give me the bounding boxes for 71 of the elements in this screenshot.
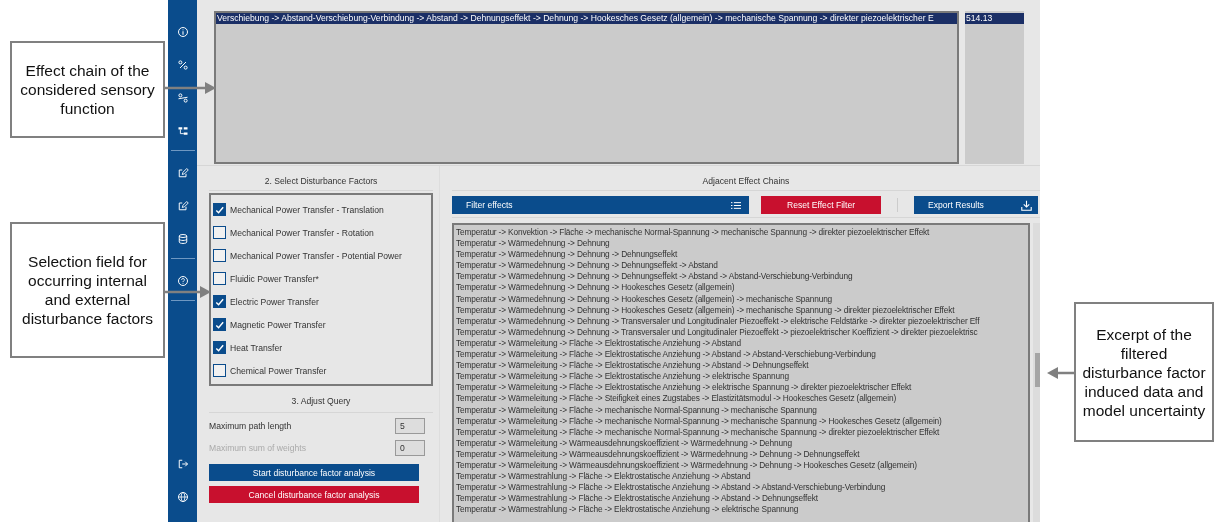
- list-item[interactable]: Temperatur -> Wärmedehnung -> Dehnung -> Dehnungseffekt -> Abstand: [456, 260, 718, 272]
- number-field[interactable]: 5: [395, 418, 425, 434]
- checkbox[interactable]: [213, 249, 226, 262]
- action-button[interactable]: Cancel disturbance factor analysis: [209, 486, 419, 503]
- info-icon[interactable]: [176, 26, 189, 38]
- checkbox[interactable]: [213, 272, 226, 285]
- checkbox[interactable]: [213, 364, 226, 377]
- list-item[interactable]: Temperatur -> Wärmeleitung -> Wärmeausdehnungskoeffizient -> Wärmedehnung -> Dehnung -> Hookesches Gesetz (allgemein): [456, 459, 917, 472]
- action-button[interactable]: Start disturbance factor analysis: [209, 464, 419, 481]
- list-item[interactable]: Temperatur -> Wärmedehnung -> Dehnung -> Hookesches Gesetz (allgemein) -> mechanische Spannung -> direkter piezoelektrischer Effekt: [456, 304, 955, 316]
- checkbox-label: Heat Transfer: [230, 342, 283, 353]
- list-item[interactable]: Temperatur -> Wärmeleitung -> Fläche -> Elektrostatische Anziehung -> Abstand: [456, 337, 741, 350]
- list-item[interactable]: Temperatur -> Wärmedehnung -> Dehnung -> Dehnungseffekt -> Abstand -> Abstand-Verschiebung-Verbindung: [456, 271, 853, 283]
- edit-icon[interactable]: [176, 200, 189, 212]
- list-item[interactable]: Temperatur -> Wärmeleitung -> Fläche -> mechanische Normal-Spannung -> mechanische Spannung -> Hookesches Gesetz (allgemein): [456, 415, 942, 427]
- checkbox[interactable]: [213, 226, 226, 239]
- checkbox-label: Magnetic Power Transfer: [230, 319, 326, 330]
- edit-icon[interactable]: [176, 167, 189, 179]
- list-icon: [731, 200, 741, 210]
- list-item[interactable]: Temperatur -> Wärmeleitung -> Fläche -> Elektrostatische Anziehung -> elektrische Spannung: [456, 371, 789, 383]
- callout-box: Excerpt of the filtered disturbance factor induced data and model uncertainty: [1074, 302, 1214, 442]
- checkbox[interactable]: [213, 203, 226, 216]
- list-item[interactable]: Temperatur -> Wärmestrahlung -> Fläche -> Elektrostatische Anziehung -> Abstand -> Dehnungseffekt: [456, 493, 818, 505]
- checkbox[interactable]: [213, 295, 226, 308]
- checkbox[interactable]: [213, 318, 226, 331]
- filter-dropdown[interactable]: Filter effects: [452, 196, 749, 214]
- list-item[interactable]: 514.13: [965, 13, 1024, 24]
- list-item[interactable]: Verschiebung -> Abstand-Verschiebung-Verbindung -> Abstand -> Dehnungseffekt -> Dehnung -> Hookesches Gesetz (allgemein) -> mechanische Spannung -> direkter piezoelektrischer E: [216, 13, 957, 24]
- list-item[interactable]: Temperatur -> Wärmeleitung -> Fläche -> Elektrostatische Anziehung -> Abstand -> Abstand-Verschiebung-Verbindung: [456, 349, 876, 361]
- list-item[interactable]: Temperatur -> Wärmedehnung -> Dehnung -> Hookesches Gesetz (allgemein): [456, 282, 735, 294]
- checkbox[interactable]: [213, 341, 226, 354]
- reset-button[interactable]: Reset Effect Filter: [761, 196, 881, 214]
- percent-icon[interactable]: [176, 92, 189, 104]
- list-item[interactable]: Temperatur -> Wärmestrahlung -> Fläche -> Elektrostatische Anziehung -> elektrische Spannung: [456, 504, 799, 516]
- database-icon[interactable]: [176, 233, 189, 245]
- list-item[interactable]: Temperatur -> Wärmeleitung -> Fläche -> Elektrostatische Anziehung -> elektrische Spannung -> direkter piezoelektrischer Effekt: [456, 382, 912, 394]
- checkbox-label: Mechanical Power Transfer - Potential Power: [230, 250, 402, 261]
- list-item[interactable]: Temperatur -> Wärmestrahlung -> Fläche -> Elektrostatische Anziehung -> Abstand -> Abstand-Verschiebung-Verbindung: [456, 482, 886, 494]
- list-item[interactable]: Temperatur -> Wärmedehnung -> Dehnung: [456, 238, 610, 250]
- checkbox-label: Mechanical Power Transfer - Rotation: [230, 227, 374, 238]
- list-item[interactable]: Temperatur -> Wärmeleitung -> Wärmeausdehnungskoeffizient -> Wärmedehnung -> Dehnung -> Dehnungseffekt: [456, 448, 860, 460]
- callout-arrow: [1047, 367, 1075, 379]
- section-heading: 3. Adjust Query: [209, 390, 433, 413]
- checkbox-label: Chemical Power Transfer: [230, 365, 327, 376]
- list-item[interactable]: Temperatur -> Wärmeleitung -> Fläche -> mechanische Normal-Spannung -> mechanische Spannung: [456, 404, 817, 416]
- list-item[interactable]: Temperatur -> Wärmestrahlung -> Fläche -> Elektrostatische Anziehung -> Abstand: [456, 471, 751, 483]
- logout-icon[interactable]: [176, 458, 189, 470]
- download-icon: [1021, 199, 1032, 211]
- export-button[interactable]: Export Results: [914, 196, 1038, 214]
- callout-box: Effect chain of the considered sensory function: [10, 41, 165, 138]
- tree-icon[interactable]: [176, 125, 189, 137]
- list-item[interactable]: Temperatur -> Wärmeleitung -> Fläche -> mechanische Normal-Spannung -> mechanische Spannung -> direkter piezoelektrischer Effekt: [456, 426, 940, 438]
- list-item[interactable]: Temperatur -> Wärmedehnung -> Dehnung -> Hookesches Gesetz (allgemein) -> mechanische Spannung: [456, 293, 833, 305]
- list-item[interactable]: Temperatur -> Konvektion -> Fläche -> mechanische Normal-Spannung -> mechanische Spannung -> direkter piezoelektrischer Effekt: [456, 227, 930, 239]
- checkbox-label: Fluidic Power Transfer*: [230, 273, 319, 284]
- scrollbar-thumb[interactable]: [1034, 353, 1040, 387]
- section-heading: Adjacent Effect Chains: [452, 166, 1040, 191]
- checkbox-label: Mechanical Power Transfer - Translation: [230, 204, 384, 215]
- checkbox-label: Electric Power Transfer: [230, 296, 319, 307]
- callout-box: Selection field for occurring internal and external disturbance factors: [10, 222, 165, 358]
- list-item[interactable]: Temperatur -> Wärmedehnung -> Dehnung -> Transversaler und Longitudinaler Piezoeffekt -> elektrische Feldstärke -> direkter piezoelektrischer Eff: [456, 315, 980, 327]
- list-item[interactable]: Temperatur -> Wärmeleitung -> Fläche -> Steifigkeit eines Zugstabes -> Elastizitätsmodul -> Hookesches Gesetz (allgemein): [456, 393, 896, 405]
- section-heading: 2. Select Disturbance Factors: [209, 166, 433, 191]
- list-item[interactable]: Temperatur -> Wärmedehnung -> Dehnung -> Transversaler und Longitudinaler Piezoeffekt -> piezoelektrischer Koeffizient -> direkter piezoelektrisc: [456, 326, 978, 338]
- percent-icon[interactable]: [176, 59, 189, 71]
- list-item[interactable]: Temperatur -> Wärmedehnung -> Dehnung -> Dehnungseffekt: [456, 249, 678, 261]
- globe-icon[interactable]: [176, 491, 189, 503]
- list-item[interactable]: Temperatur -> Wärmeleitung -> Wärmeausdehnungskoeffizient -> Wärmedehnung -> Dehnung: [456, 437, 792, 449]
- help-icon[interactable]: [176, 275, 189, 287]
- list-item[interactable]: Temperatur -> Wärmeleitung -> Fläche -> Elektrostatische Anziehung -> Abstand -> Dehnungseffekt: [456, 360, 809, 372]
- field-label: Maximum path length: [209, 421, 292, 431]
